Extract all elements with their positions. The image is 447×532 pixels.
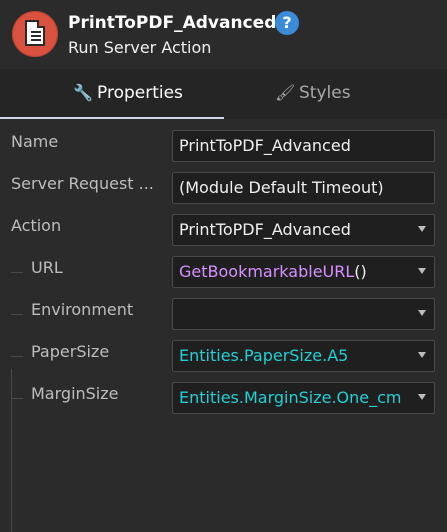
paper-size-value: Entities.PaperSize.A5 — [179, 346, 349, 365]
action-label: Action — [11, 216, 62, 235]
name-label: Name — [11, 132, 59, 151]
paintbrush-icon: 🖌 — [275, 83, 296, 102]
environment-dropdown[interactable] — [172, 298, 435, 330]
document-icon — [25, 20, 45, 46]
tab-styles[interactable]: 🖌 Styles — [224, 69, 447, 119]
margin-size-label: MarginSize — [31, 384, 119, 403]
property-row-environment: Environment — [0, 293, 447, 335]
property-row-name: Name PrintToPDF_Advanced — [0, 125, 447, 167]
document-line-icon — [31, 31, 41, 33]
action-subtitle: Run Server Action — [68, 38, 212, 57]
chevron-down-icon[interactable] — [418, 394, 426, 400]
properties-tabs: 🔧 Properties 🖌 Styles — [0, 69, 447, 119]
tab-properties[interactable]: 🔧 Properties — [0, 69, 224, 119]
action-header: PrintToPDF_Advanced Run Server Action ? — [0, 0, 447, 68]
property-row-action: Action PrintToPDF_Advanced — [0, 209, 447, 251]
chevron-down-icon[interactable] — [418, 268, 426, 274]
property-row-margin-size: MarginSize Entities.MarginSize.One_cm — [0, 377, 447, 419]
action-dropdown[interactable]: PrintToPDF_Advanced — [172, 214, 435, 246]
margin-size-value: Entities.MarginSize.One_cm — [179, 388, 402, 407]
action-title: PrintToPDF_Advanced — [68, 13, 277, 33]
help-icon[interactable]: ? — [275, 11, 299, 35]
url-function-parentheses: () — [354, 262, 367, 281]
server-request-value: (Module Default Timeout) — [179, 178, 384, 197]
document-line-icon — [31, 39, 41, 41]
action-value: PrintToPDF_Advanced — [179, 220, 351, 239]
properties-panel: Name PrintToPDF_Advanced Server Request … — [0, 119, 447, 532]
tab-styles-label: Styles — [299, 83, 351, 103]
document-action-icon — [12, 11, 58, 57]
url-function: GetBookmarkableURL — [179, 262, 355, 281]
property-row-paper-size: PaperSize Entities.PaperSize.A5 — [0, 335, 447, 377]
chevron-down-icon[interactable] — [418, 352, 426, 358]
margin-size-dropdown[interactable]: Entities.MarginSize.One_cm — [172, 382, 435, 414]
chevron-down-icon[interactable] — [418, 310, 426, 316]
url-value: GetBookmarkableURL() — [179, 262, 367, 281]
name-value: PrintToPDF_Advanced — [179, 136, 351, 155]
url-dropdown[interactable]: GetBookmarkableURL() — [172, 256, 435, 288]
tab-properties-label: Properties — [97, 83, 183, 103]
name-field[interactable]: PrintToPDF_Advanced — [172, 130, 435, 162]
url-label: URL — [31, 258, 63, 277]
chevron-down-icon[interactable] — [418, 226, 426, 232]
server-request-field[interactable]: (Module Default Timeout) — [172, 172, 435, 204]
property-row-url: URL GetBookmarkableURL() — [0, 251, 447, 293]
environment-label: Environment — [31, 300, 134, 319]
document-line-icon — [31, 35, 41, 37]
server-request-label: Server Request ... — [11, 174, 154, 193]
wrench-icon: 🔧 — [73, 83, 93, 102]
paper-size-dropdown[interactable]: Entities.PaperSize.A5 — [172, 340, 435, 372]
paper-size-label: PaperSize — [31, 342, 110, 361]
property-row-server-request: Server Request ... (Module Default Timeo… — [0, 167, 447, 209]
